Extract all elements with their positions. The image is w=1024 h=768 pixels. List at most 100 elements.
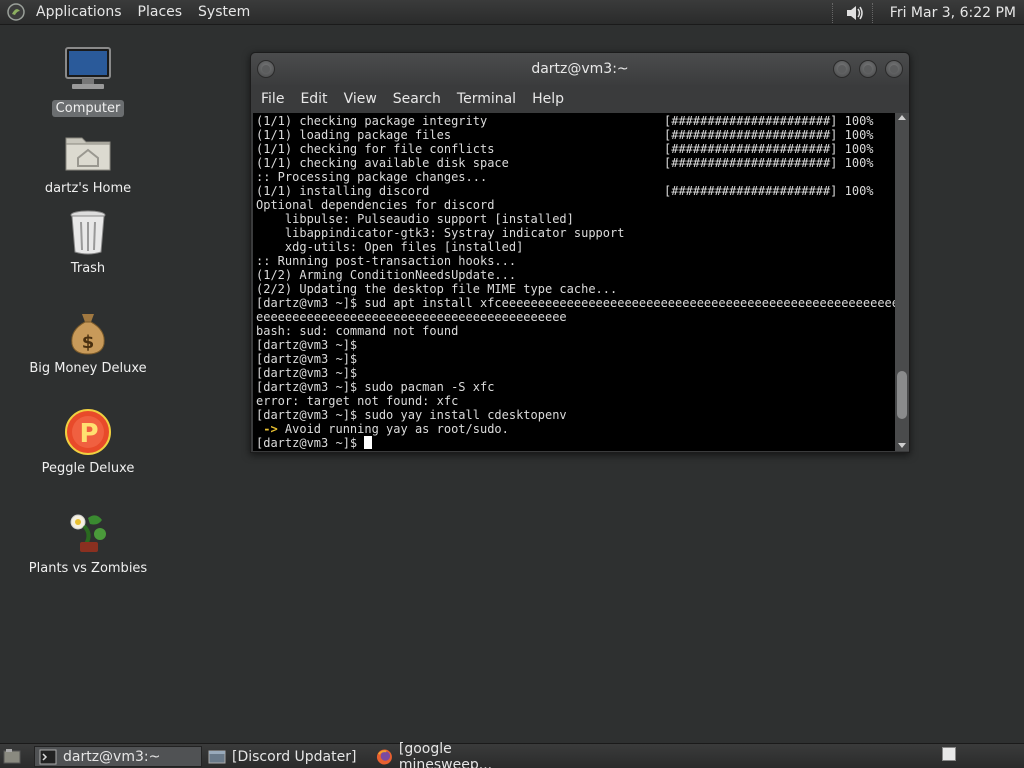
panel-separator: [831, 2, 838, 23]
scrollbar-thumb[interactable]: [897, 371, 907, 420]
svg-text:$: $: [82, 332, 95, 353]
terminal-line-text: (1/1) checking package integrity: [256, 114, 488, 128]
terminal-line: bash: sud: command not found: [256, 324, 895, 338]
terminal-line: (1/1) checking package integrity [#######…: [256, 114, 895, 128]
window-icon: [208, 750, 226, 763]
desktop-icon-label: Big Money Deluxe: [29, 361, 147, 376]
minimize-button[interactable]: [833, 60, 851, 78]
taskbar-item-label: [google minesweep...: [398, 740, 493, 768]
desktop-icon-computer[interactable]: Computer: [18, 44, 158, 117]
desktop-icon-trash[interactable]: Trash: [18, 208, 158, 277]
terminal-line-text: libappindicator-gtk3: Systray indicator …: [256, 226, 625, 240]
desktop-icon-label: Trash: [70, 261, 106, 276]
terminal-line-text: [dartz@vm3 ~]$ sudo pacman -S xfc: [256, 380, 495, 394]
terminal-line-text: [dartz@vm3 ~]$ sud apt install xfceeeeee…: [256, 296, 895, 310]
terminal-line-text: (1/1) checking available disk space: [256, 156, 509, 170]
terminal-line-text: libpulse: Pulseaudio support [installed]: [256, 212, 574, 226]
terminal-line-text: (2/2) Updating the desktop file MIME typ…: [256, 282, 618, 296]
terminal-line-text: Optional dependencies for discord: [256, 198, 495, 212]
terminal-line: (2/2) Updating the desktop file MIME typ…: [256, 282, 895, 296]
terminal-window[interactable]: dartz@vm3:~ File Edit View Search Termin…: [250, 52, 910, 453]
menu-terminal[interactable]: Terminal: [449, 91, 524, 107]
bottom-panel: dartz@vm3:~ [Discord Updater] [google mi…: [0, 741, 1024, 768]
menu-file[interactable]: File: [253, 91, 292, 107]
peggle-icon: P: [65, 409, 111, 455]
terminal-line: [dartz@vm3 ~]$ sudo yay install cdesktop…: [256, 408, 895, 422]
terminal-line-text: (1/1) loading package files: [256, 128, 452, 142]
terminal-line: [dartz@vm3 ~]$: [256, 338, 895, 352]
home-folder-icon: [65, 137, 111, 171]
desktop-icon-label: Plants vs Zombies: [28, 561, 148, 576]
terminal-line: [dartz@vm3 ~]$: [256, 352, 895, 366]
terminal-line-text: [dartz@vm3 ~]$: [256, 352, 358, 366]
desktop-icon-home[interactable]: dartz's Home: [18, 128, 158, 197]
terminal-line: (1/1) installing discord [###############…: [256, 184, 895, 198]
terminal-line-text: (1/1) installing discord: [256, 184, 430, 198]
terminal-line: :: Running post-transaction hooks...: [256, 254, 895, 268]
svg-text:P: P: [79, 419, 98, 449]
menu-edit[interactable]: Edit: [292, 91, 335, 107]
desktop-icon-peggle[interactable]: P Peggle Deluxe: [18, 408, 158, 477]
terminal-line-text: Avoid running yay as root/sudo.: [277, 422, 509, 436]
terminal-line-text: eeeeeeeeeeeeeeeeeeeeeeeeeeeeeeeeeeeeeeee…: [256, 310, 567, 324]
terminal-line: -> Avoid running yay as root/sudo.: [256, 422, 895, 436]
terminal-line: libappindicator-gtk3: Systray indicator …: [256, 226, 895, 240]
terminal-output[interactable]: (1/1) checking package integrity [#######…: [253, 113, 895, 451]
terminal-menubar: File Edit View Search Terminal Help: [251, 85, 909, 113]
top-panel: Applications Places System Fri Mar 3, 6:…: [0, 0, 1024, 25]
menu-view[interactable]: View: [336, 91, 385, 107]
terminal-scrollbar[interactable]: [895, 113, 909, 451]
taskbar-item-firefox[interactable]: [google minesweep...: [372, 741, 540, 768]
applications-menu[interactable]: Applications: [28, 4, 130, 20]
desktop-icon-pvz[interactable]: Plants vs Zombies: [18, 508, 158, 577]
terminal-line: [dartz@vm3 ~]$ sudo pacman -S xfc: [256, 380, 895, 394]
clock[interactable]: Fri Mar 3, 6:22 PM: [884, 5, 1024, 21]
terminal-line: (1/2) Arming ConditionNeedsUpdate...: [256, 268, 895, 282]
taskbar-item-terminal[interactable]: dartz@vm3:~: [34, 746, 202, 767]
terminal-line: (1/1) checking available disk space [####…: [256, 156, 895, 170]
terminal-line-text: bash: sud: command not found: [256, 324, 459, 338]
gnome-foot-icon[interactable]: [6, 2, 26, 22]
menu-search[interactable]: Search: [385, 91, 449, 107]
scroll-up-arrow-icon[interactable]: [898, 115, 906, 120]
system-menu[interactable]: System: [190, 4, 258, 20]
workspace-switcher[interactable]: [942, 747, 956, 761]
show-desktop-icon[interactable]: [2, 747, 22, 765]
terminal-line: error: target not found: xfc: [256, 394, 895, 408]
window-titlebar[interactable]: dartz@vm3:~: [251, 53, 909, 85]
maximize-button[interactable]: [859, 60, 877, 78]
desktop-icon-big-money[interactable]: $ Big Money Deluxe: [18, 308, 158, 377]
terminal-line: xdg-utils: Open files [installed]: [256, 240, 895, 254]
progress-bar-text: [######################] 100%: [664, 142, 874, 156]
desktop-icon-label: Peggle Deluxe: [41, 461, 135, 476]
terminal-line: (1/1) checking for file conflicts [######…: [256, 142, 895, 156]
text-cursor: [364, 436, 373, 449]
firefox-icon: [376, 749, 392, 764]
terminal-line-text: [dartz@vm3 ~]$ sudo yay install cdesktop…: [256, 408, 567, 422]
terminal-line: eeeeeeeeeeeeeeeeeeeeeeeeeeeeeeeeeeeeeeee…: [256, 310, 895, 324]
plants-zombies-icon: [70, 514, 106, 552]
terminal-line-text: :: Running post-transaction hooks...: [256, 254, 517, 268]
terminal-line: Optional dependencies for discord: [256, 198, 895, 212]
desktop-icon-label: dartz's Home: [44, 181, 132, 196]
computer-icon: [65, 47, 111, 89]
terminal-line: [dartz@vm3 ~]$: [256, 436, 895, 450]
terminal-line: (1/1) loading package files [############…: [256, 128, 895, 142]
taskbar-item-label: dartz@vm3:~: [63, 748, 161, 765]
close-button[interactable]: [885, 60, 903, 78]
taskbar-item-label: [Discord Updater]: [232, 748, 357, 765]
places-menu[interactable]: Places: [130, 4, 191, 20]
terminal-line-text: [dartz@vm3 ~]$: [256, 366, 358, 380]
taskbar-item-discord-updater[interactable]: [Discord Updater]: [204, 746, 370, 767]
terminal-line-text: xdg-utils: Open files [installed]: [256, 240, 524, 254]
desktop-icon-label: Computer: [51, 100, 125, 117]
progress-bar-text: [######################] 100%: [664, 128, 874, 142]
terminal-line-text: (1/2) Arming ConditionNeedsUpdate...: [256, 268, 517, 282]
terminal-line: [dartz@vm3 ~]$ sud apt install xfceeeeee…: [256, 296, 895, 310]
progress-bar-text: [######################] 100%: [664, 156, 874, 170]
scroll-down-arrow-icon[interactable]: [898, 443, 906, 448]
volume-icon[interactable]: [844, 3, 866, 23]
terminal-line: libpulse: Pulseaudio support [installed]: [256, 212, 895, 226]
terminal-line-text: :: Processing package changes...: [256, 170, 488, 184]
menu-help[interactable]: Help: [524, 91, 572, 107]
